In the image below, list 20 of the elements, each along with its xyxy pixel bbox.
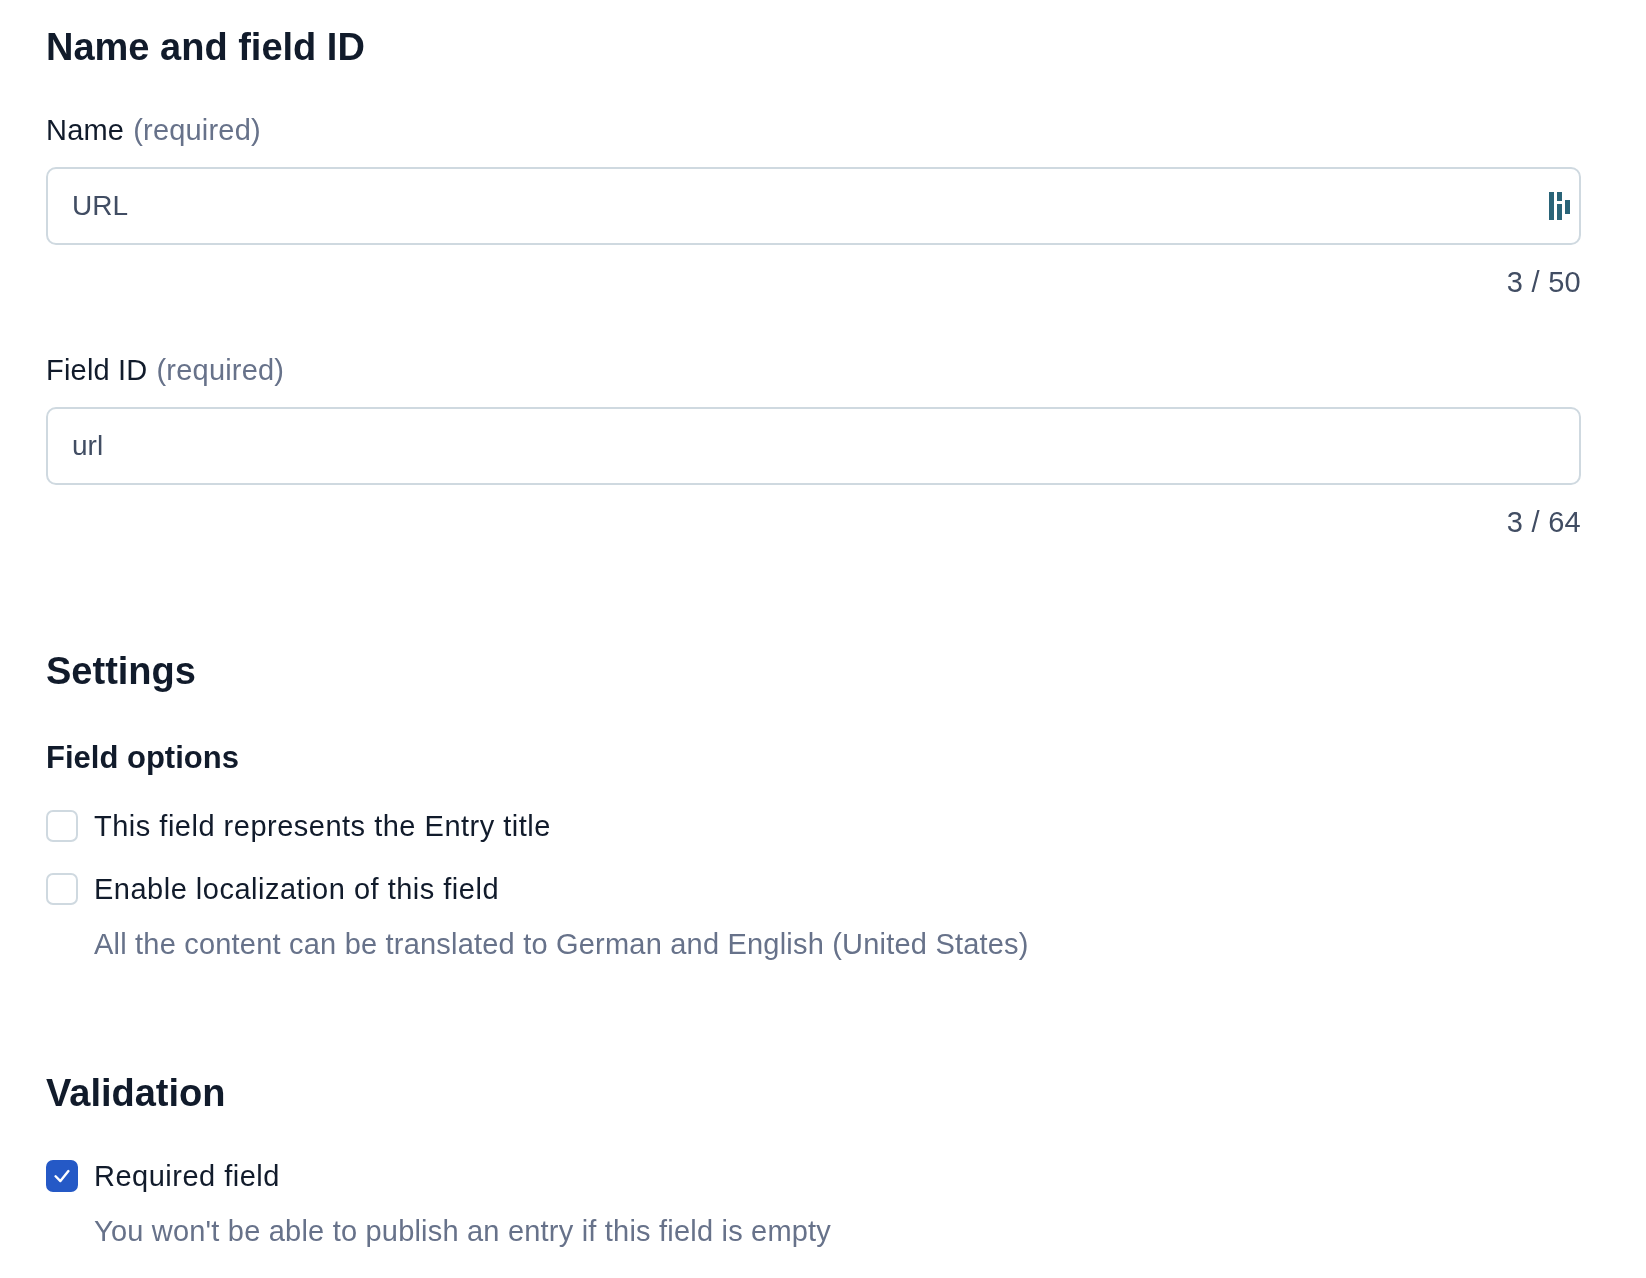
section-heading: Validation [46,1071,226,1116]
character-count: 3 / 50 [1506,265,1581,300]
help-text: You won't be able to publish an entry if this field is empty [94,1214,832,1249]
checkbox[interactable] [46,1160,78,1192]
section-heading: Settings [46,649,196,694]
field-label: Name [46,113,125,148]
field-label: Field ID [46,353,148,388]
required-hint: (required) [133,113,261,148]
checkmark-icon [54,1169,70,1183]
checkbox-label: This field represents the Entry title [94,809,551,844]
required-hint: (required) [156,353,285,388]
text-input[interactable]: url [46,407,1581,485]
subsection-heading: Field options [46,740,239,776]
help-text: All the content can be translated to German and English (United States) [94,927,1029,962]
section-heading: Name and field ID [46,25,365,70]
checkbox-label: Required field [94,1159,280,1194]
checkbox-label: Enable localization of this field [94,872,499,907]
vertical-bars-icon[interactable] [1549,192,1571,220]
character-count: 3 / 64 [1506,505,1581,540]
text-input[interactable]: URL [46,167,1581,245]
